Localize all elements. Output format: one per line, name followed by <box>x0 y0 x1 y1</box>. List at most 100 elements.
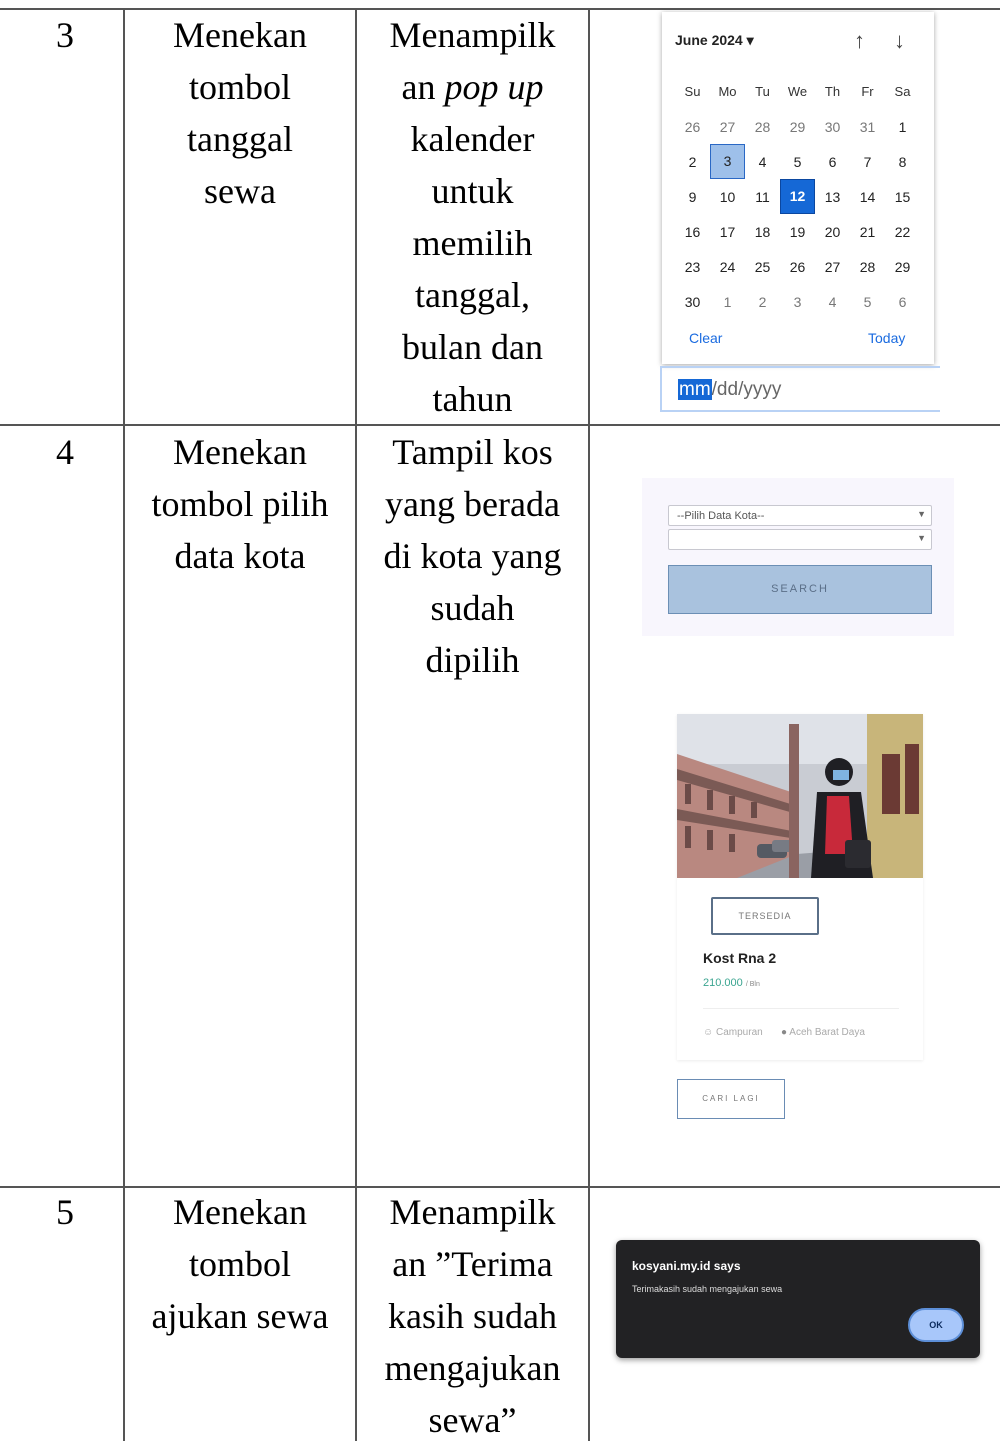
calendar-day[interactable]: 12 <box>780 179 815 214</box>
text-line: dipilih <box>425 640 520 680</box>
calendar-day-outside-month[interactable]: 28 <box>745 119 780 135</box>
calendar-day-outside-month[interactable]: 31 <box>850 119 885 135</box>
calendar-day[interactable]: 30 <box>675 294 710 310</box>
month-segment[interactable]: mm <box>678 379 712 400</box>
calendar-day[interactable]: 20 <box>815 224 850 240</box>
row-action: Menekan tombol ajukan sewa <box>125 1186 355 1342</box>
date-format-rest: /dd/yyyy <box>711 379 782 400</box>
calendar-day[interactable]: 3 <box>710 144 745 179</box>
text-line: sewa <box>204 171 276 211</box>
clear-button[interactable]: Clear <box>689 330 722 346</box>
text-line: data kota <box>174 536 306 576</box>
status-badge: TERSEDIA <box>711 897 819 935</box>
calendar-day[interactable]: 6 <box>815 154 850 170</box>
month-selector[interactable]: June 2024 ▾ <box>675 32 754 49</box>
row-result: Menampilk an ”Terima kasih sudah mengaju… <box>357 1186 588 1446</box>
calendar-day[interactable]: 13 <box>815 189 850 205</box>
text-segment: an <box>401 67 445 107</box>
calendar-day-outside-month[interactable]: 2 <box>745 294 780 310</box>
price-unit: / Bln <box>745 981 760 988</box>
today-button[interactable]: Today <box>868 330 905 346</box>
text-line: yang berada <box>385 484 560 524</box>
calendar-day[interactable]: 23 <box>675 259 710 275</box>
calendar-day-outside-month[interactable]: 3 <box>780 294 815 310</box>
weekday-label: Sa <box>894 84 911 99</box>
divider <box>703 1008 899 1009</box>
city-select[interactable]: --Pilih Data Kota-- ▼ <box>668 505 932 526</box>
text-line: kalender <box>410 119 535 159</box>
calendar-day-outside-month[interactable]: 27 <box>710 119 745 135</box>
text-line: Menekan <box>173 1192 307 1232</box>
text-line: Menekan <box>173 432 307 472</box>
weekday-label: Th <box>824 84 841 99</box>
text-line: bulan dan <box>402 327 543 367</box>
calendar-day[interactable]: 8 <box>885 154 920 170</box>
calendar-day[interactable]: 16 <box>675 224 710 240</box>
city-select-value: --Pilih Data Kota-- <box>677 510 765 522</box>
previous-month-arrow-icon[interactable]: ↑ <box>854 28 865 54</box>
secondary-select[interactable]: ▼ <box>668 529 932 550</box>
weekday-label: Tu <box>755 84 770 99</box>
calendar-popup: June 2024 ▾ ↑ ↓ Su Mo Tu We Th Fr Sa 26 27 28 29 30… <box>662 12 934 364</box>
calendar-day-outside-month[interactable]: 6 <box>885 294 920 310</box>
dialog-message: Terimakasih sudah mengajukan sewa <box>632 1284 783 1294</box>
kost-listing-card[interactable]: TERSEDIA Kost Rna 2 210.000 / Bln ☺ Camp… <box>677 714 923 1060</box>
ok-button[interactable]: OK <box>908 1308 964 1342</box>
search-button[interactable]: SEARCH <box>668 565 932 614</box>
calendar-day[interactable]: 15 <box>885 189 920 205</box>
kost-name[interactable]: Kost Rna 2 <box>703 950 776 966</box>
calendar-day[interactable]: 28 <box>850 259 885 275</box>
search-again-button[interactable]: CARI LAGI <box>677 1079 785 1119</box>
next-month-arrow-icon[interactable]: ↓ <box>894 28 905 54</box>
row-action: Menekan tombol pilih data kota <box>125 426 355 582</box>
calendar-day[interactable]: 29 <box>885 259 920 275</box>
text-line: Tampil kos <box>392 432 553 472</box>
calendar-day[interactable]: 19 <box>780 224 815 240</box>
calendar-day[interactable]: 22 <box>885 224 920 240</box>
calendar-day[interactable]: 9 <box>675 189 710 205</box>
calendar-day-outside-month[interactable]: 5 <box>850 294 885 310</box>
calendar-week-row: 2345678 <box>675 144 927 179</box>
weekday-label: We <box>787 84 808 99</box>
text-line: an pop up <box>357 61 588 113</box>
calendar-day[interactable]: 24 <box>710 259 745 275</box>
calendar-day[interactable]: 14 <box>850 189 885 205</box>
calendar-day[interactable]: 4 <box>745 154 780 170</box>
calendar-day[interactable]: 11 <box>745 189 780 205</box>
city-filter-panel: --Pilih Data Kota-- ▼ ▼ SEARCH <box>642 478 954 636</box>
calendar-day[interactable]: 17 <box>710 224 745 240</box>
calendar-day[interactable]: 5 <box>780 154 815 170</box>
calendar-day-outside-month[interactable]: 26 <box>675 119 710 135</box>
weekday-label: Su <box>684 84 701 99</box>
calendar-week-row: 9 10 11 12 13 14 15 <box>675 179 927 214</box>
user-icon: ☺ <box>703 1027 714 1038</box>
text-line: sewa” <box>428 1400 517 1440</box>
calendar-day[interactable]: 2 <box>675 154 710 170</box>
calendar-day-outside-month[interactable]: 29 <box>780 119 815 135</box>
calendar-day-outside-month[interactable]: 4 <box>815 294 850 310</box>
calendar-day-outside-month[interactable]: 1 <box>710 294 745 310</box>
row-result: Menampilk an pop up kalender untuk memil… <box>357 9 588 425</box>
kost-price: 210.000 / Bln <box>703 977 760 989</box>
calendar-day[interactable]: 7 <box>850 154 885 170</box>
calendar-day[interactable]: 27 <box>815 259 850 275</box>
text-line: tombol <box>188 1244 291 1284</box>
calendar-day[interactable]: 25 <box>745 259 780 275</box>
text-line: tahun <box>432 379 513 419</box>
calendar-week-row: 30 1 2 3 4 5 6 <box>675 284 927 319</box>
row-number: 5 <box>56 1192 74 1232</box>
calendar-day-outside-month[interactable]: 30 <box>815 119 850 135</box>
calendar-day[interactable]: 26 <box>780 259 815 275</box>
date-field[interactable]: mm/dd/yyyy <box>660 366 940 412</box>
weekday-header-row: Su Mo Tu We Th Fr Sa <box>675 74 927 109</box>
calendar-day[interactable]: 10 <box>710 189 745 205</box>
text-line: ajukan sewa <box>151 1296 329 1336</box>
calendar-day[interactable]: 21 <box>850 224 885 240</box>
calendar-week-row: 23 24 25 26 27 28 29 <box>675 249 927 284</box>
row-number: 3 <box>56 15 74 55</box>
calendar-week-row: 16 17 18 19 20 21 22 <box>675 214 927 249</box>
calendar-day[interactable]: 18 <box>745 224 780 240</box>
text-line: an ”Terima <box>392 1244 553 1284</box>
map-pin-icon: ● <box>781 1027 788 1038</box>
calendar-day[interactable]: 1 <box>885 119 920 135</box>
